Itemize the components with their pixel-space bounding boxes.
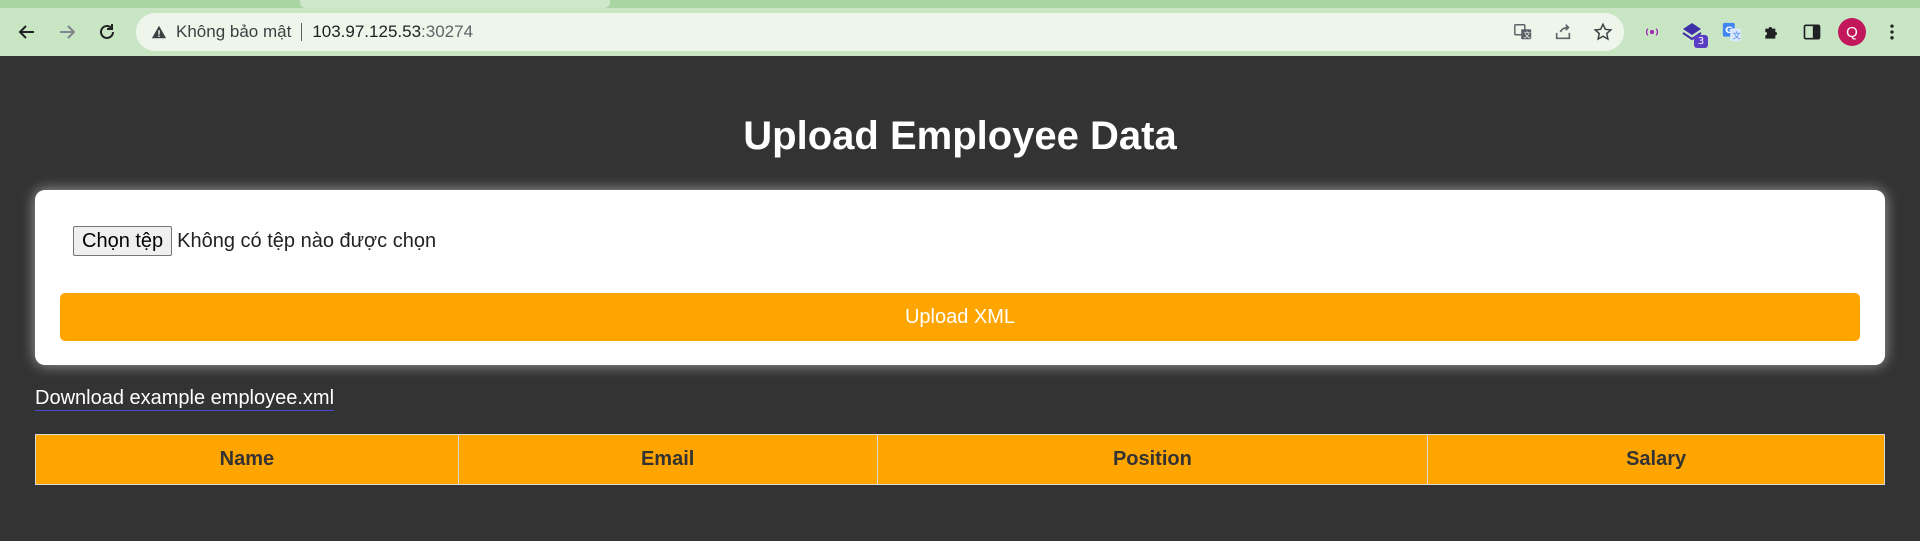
puzzle-extensions-icon[interactable] bbox=[1758, 18, 1786, 46]
address-bar[interactable]: Không bảo mật 103.97.125.53:30274 文 bbox=[136, 13, 1624, 51]
cast-extension-icon[interactable] bbox=[1638, 18, 1666, 46]
google-translate-extension-icon[interactable]: G文 bbox=[1718, 18, 1746, 46]
layers-extension-icon[interactable]: 3 bbox=[1678, 18, 1708, 48]
translate-icon[interactable]: 文 bbox=[1512, 21, 1534, 43]
upload-form-card: Chọn tệp Không có tệp nào được chọn Uplo… bbox=[35, 190, 1885, 365]
table-header-row: Name Email Position Salary bbox=[35, 434, 1885, 485]
warning-icon[interactable] bbox=[150, 23, 168, 41]
reload-icon bbox=[100, 24, 114, 39]
browser-toolbar: Không bảo mật 103.97.125.53:30274 文 3 G文 bbox=[0, 8, 1920, 56]
security-label[interactable]: Không bảo mật bbox=[176, 22, 291, 42]
arrow-right-icon bbox=[60, 25, 76, 39]
tab-strip bbox=[0, 0, 1920, 8]
forward-button[interactable] bbox=[47, 12, 87, 52]
back-button[interactable] bbox=[7, 12, 47, 52]
file-status-text: Không có tệp nào được chọn bbox=[177, 229, 437, 252]
extension-badge: 3 bbox=[1694, 35, 1708, 48]
svg-text:文: 文 bbox=[1732, 30, 1740, 40]
profile-avatar[interactable]: Q bbox=[1838, 18, 1866, 46]
page-title: Upload Employee Data bbox=[743, 114, 1177, 158]
column-header-name: Name bbox=[35, 434, 459, 485]
column-header-position: Position bbox=[876, 434, 1429, 485]
column-header-salary: Salary bbox=[1427, 434, 1885, 485]
side-panel-icon[interactable] bbox=[1798, 18, 1826, 46]
url-port[interactable]: :30274 bbox=[421, 22, 473, 42]
upload-xml-button[interactable]: Upload XML bbox=[60, 293, 1860, 341]
active-tab[interactable] bbox=[300, 0, 610, 8]
reload-button[interactable] bbox=[87, 12, 127, 52]
download-example-link[interactable]: Download example employee.xml bbox=[35, 386, 335, 411]
arrow-left-icon bbox=[18, 25, 34, 39]
share-icon[interactable] bbox=[1552, 21, 1574, 43]
bookmark-star-icon[interactable] bbox=[1592, 21, 1614, 43]
svg-text:文: 文 bbox=[1523, 30, 1531, 39]
file-picker: Chọn tệp Không có tệp nào được chọn bbox=[73, 226, 436, 256]
choose-file-button[interactable]: Chọn tệp bbox=[73, 226, 173, 256]
column-header-email: Email bbox=[457, 434, 878, 485]
url-host[interactable]: 103.97.125.53 bbox=[312, 22, 421, 42]
url-separator bbox=[301, 23, 303, 41]
kebab-menu-icon[interactable] bbox=[1878, 18, 1906, 46]
employee-table: Name Email Position Salary bbox=[35, 434, 1885, 485]
